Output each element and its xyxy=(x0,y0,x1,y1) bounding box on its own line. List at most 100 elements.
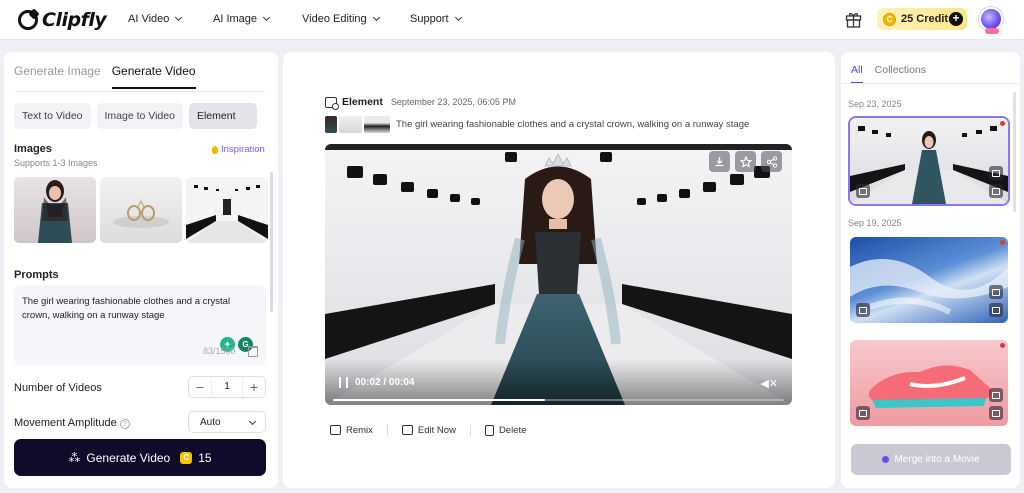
tab-generate-video[interactable]: Generate Video xyxy=(111,64,196,89)
image-edit-icon[interactable] xyxy=(989,388,1003,402)
delete-button[interactable]: Delete xyxy=(484,424,526,436)
history-panel: All Collections Sep 23, 2025 Sep 19, 202… xyxy=(841,52,1020,488)
reference-image-runway[interactable] xyxy=(186,177,268,243)
credits-text: 25 Credits xyxy=(901,13,955,25)
plus-icon[interactable]: + xyxy=(949,12,963,26)
top-header: Clipfly AI Video AI Image Video Editing … xyxy=(0,0,1024,40)
num-videos-label: Number of Videos xyxy=(14,382,102,394)
lightbulb-icon xyxy=(212,145,218,154)
divider xyxy=(14,91,266,92)
nav-video-editing[interactable]: Video Editing xyxy=(302,13,380,25)
text-image-icon xyxy=(856,406,870,420)
history-card-runway[interactable] xyxy=(850,118,1008,204)
sky-video-thumbnail xyxy=(850,259,1008,315)
trash-icon xyxy=(484,424,494,436)
nav-label: AI Image xyxy=(213,13,258,25)
nav-label: Support xyxy=(410,13,449,25)
share-icon[interactable] xyxy=(989,303,1003,317)
share-icon[interactable] xyxy=(989,184,1003,198)
tab-generate-image[interactable]: Generate Image xyxy=(14,64,101,89)
new-indicator xyxy=(1000,121,1005,126)
crown-image xyxy=(113,199,169,228)
credits-badge[interactable]: C 25 Credits + xyxy=(877,8,967,30)
image-edit-icon[interactable] xyxy=(989,285,1003,299)
chevron-down-icon xyxy=(372,13,380,22)
help-icon[interactable]: ? xyxy=(119,419,130,429)
edit-now-button[interactable]: Edit Now xyxy=(401,424,456,436)
movement-select[interactable]: Auto xyxy=(188,411,266,433)
share-button[interactable] xyxy=(761,151,782,172)
clipfly-logo[interactable]: Clipfly xyxy=(18,8,107,32)
divider xyxy=(469,424,471,436)
pause-icon[interactable] xyxy=(339,377,348,388)
credit-coin-icon: C xyxy=(883,12,896,26)
inspiration-link[interactable]: Inspiration xyxy=(212,144,265,155)
mode-element[interactable]: Element xyxy=(188,103,257,129)
movement-value: Auto xyxy=(200,417,221,428)
logo-text: Clipfly xyxy=(42,9,107,31)
decrement-button[interactable]: − xyxy=(189,379,211,395)
clipfly-logo-icon xyxy=(18,10,38,30)
generate-video-button[interactable]: ⁂ Generate Video C 15 xyxy=(14,439,266,476)
result-date: September 23, 2025, 06:05 PM xyxy=(390,97,516,107)
edit-now-label: Edit Now xyxy=(417,424,456,436)
nav-label: AI Video xyxy=(128,13,170,25)
runway-image xyxy=(186,177,268,243)
source-thumbnails xyxy=(325,116,390,133)
nav-ai-image[interactable]: AI Image xyxy=(213,13,271,25)
favorite-button[interactable] xyxy=(735,151,756,172)
girl-image xyxy=(38,180,72,243)
share-icon xyxy=(766,155,777,168)
edit-icon xyxy=(401,425,413,435)
scrollbar[interactable] xyxy=(270,172,273,312)
share-icon[interactable] xyxy=(989,406,1003,420)
remix-icon xyxy=(330,425,341,435)
chevron-down-icon xyxy=(248,417,257,426)
progress-bar[interactable] xyxy=(333,399,784,401)
merge-dot-icon xyxy=(882,456,890,463)
trash-icon[interactable] xyxy=(248,346,258,357)
group-date: Sep 19, 2025 xyxy=(848,218,902,228)
source-thumb-crown[interactable] xyxy=(339,116,362,133)
nav-support[interactable]: Support xyxy=(410,13,462,25)
group-date: Sep 23, 2025 xyxy=(848,99,902,109)
chevron-down-icon xyxy=(175,13,183,22)
chevron-down-icon xyxy=(262,13,271,22)
progress-fill xyxy=(333,399,545,401)
movement-label-row: Movement Amplitude? xyxy=(14,417,130,429)
new-indicator xyxy=(1000,240,1005,245)
generate-panel: Generate Image Generate Video Text to Vi… xyxy=(4,52,278,488)
new-indicator xyxy=(1000,343,1005,348)
reference-image-girl[interactable] xyxy=(14,177,96,243)
remix-button[interactable]: Remix xyxy=(330,425,373,436)
history-card-sky[interactable] xyxy=(850,237,1008,323)
image-icon xyxy=(856,303,870,317)
prompt-text: The girl wearing fashionable clothes and… xyxy=(22,296,231,321)
scrollbar[interactable] xyxy=(1013,92,1016,212)
tab-collections[interactable]: Collections xyxy=(875,64,926,84)
video-player[interactable]: 00:02 / 00:04 ◀✕ xyxy=(325,144,792,405)
download-button[interactable] xyxy=(709,151,730,172)
mute-icon[interactable]: ◀✕ xyxy=(760,377,778,390)
generate-label: Generate Video xyxy=(86,450,171,465)
increment-button[interactable]: + xyxy=(243,379,265,395)
history-card-sneaker[interactable] xyxy=(850,340,1008,426)
image-edit-icon[interactable] xyxy=(989,166,1003,180)
element-icon xyxy=(856,184,870,198)
num-videos-value[interactable]: 1 xyxy=(211,377,243,397)
movement-label: Movement Amplitude xyxy=(14,417,117,429)
images-title: Images xyxy=(14,143,52,155)
tab-all[interactable]: All xyxy=(851,64,863,84)
result-prompt: The girl wearing fashionable clothes and… xyxy=(396,119,750,130)
divider xyxy=(841,83,1020,84)
magic-wand-icon: ⁂ xyxy=(68,450,81,465)
gift-icon[interactable] xyxy=(845,11,862,28)
nav-ai-video[interactable]: AI Video xyxy=(128,13,183,25)
merge-into-movie-button[interactable]: Merge into a Movie xyxy=(851,444,1011,475)
reference-image-crown[interactable] xyxy=(100,177,182,243)
mode-image-to-video[interactable]: Image to Video xyxy=(96,103,183,129)
source-thumb-girl[interactable] xyxy=(325,116,337,133)
source-thumb-runway[interactable] xyxy=(364,116,390,133)
num-videos-stepper: − 1 + xyxy=(188,376,266,398)
mode-text-to-video[interactable]: Text to Video xyxy=(14,103,91,129)
